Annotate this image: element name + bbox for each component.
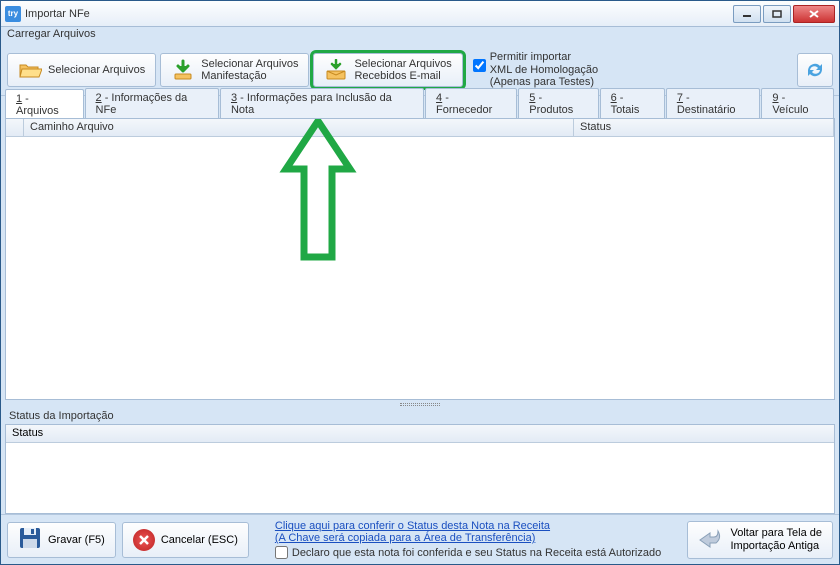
- status-col[interactable]: Status: [6, 425, 834, 443]
- title-bar: try Importar NFe: [1, 1, 839, 27]
- selecionar-recebidos-email-button[interactable]: Selecionar ArquivosRecebidos E-mail: [313, 53, 462, 87]
- save-disk-icon: [18, 526, 42, 553]
- window-controls: [733, 5, 835, 23]
- refresh-button[interactable]: [797, 53, 833, 87]
- tab-strip: 1 - Arquivos 2 - Informações da NFe 3 - …: [1, 96, 839, 118]
- menubar: Carregar Arquivos: [1, 27, 839, 45]
- back-arrow-icon: [698, 527, 724, 552]
- selecionar-recebidos-email-label: Selecionar ArquivosRecebidos E-mail: [354, 58, 451, 82]
- menu-carregar-arquivos[interactable]: Carregar Arquivos: [7, 28, 96, 40]
- tab-produtos[interactable]: 5 - Produtos: [518, 88, 598, 118]
- selecionar-arquivos-label: Selecionar Arquivos: [48, 64, 145, 76]
- maximize-button[interactable]: [763, 5, 791, 23]
- window-title: Importar NFe: [25, 8, 733, 20]
- window-frame: try Importar NFe Carregar Arquivos Selec…: [0, 0, 840, 565]
- voltar-label: Voltar para Tela deImportação Antiga: [730, 527, 822, 551]
- status-section-label: Status da Importação: [5, 408, 835, 424]
- footer: Gravar (F5) Cancelar (ESC) Clique aqui p…: [1, 514, 839, 564]
- tab-destinatario[interactable]: 7 - Destinatário: [666, 88, 761, 118]
- tab-informacoes-nfe[interactable]: 2 - Informações da NFe: [85, 88, 219, 118]
- cancelar-label: Cancelar (ESC): [161, 534, 238, 546]
- splitter[interactable]: [5, 400, 835, 408]
- conferir-status-link[interactable]: Clique aqui para conferir o Status desta…: [275, 520, 550, 532]
- close-button[interactable]: [793, 5, 835, 23]
- selecionar-manifestacao-label: Selecionar ArquivosManifestação: [201, 58, 298, 82]
- tab-arquivos[interactable]: 1 - Arquivos: [5, 89, 84, 119]
- col-selector: [6, 119, 24, 136]
- tab-veiculo[interactable]: 9 - Veículo: [761, 88, 834, 118]
- voltar-importacao-antiga-button[interactable]: Voltar para Tela deImportação Antiga: [687, 521, 833, 559]
- tab-inclusao-nota[interactable]: 3 - Informações para Inclusão da Nota: [220, 88, 424, 118]
- maximize-icon: [772, 10, 782, 18]
- files-grid-header: Caminho Arquivo Status: [6, 119, 834, 137]
- permitir-homologacao-label: Permitir importar XML de Homologação (Ap…: [490, 51, 598, 89]
- selecionar-arquivos-button[interactable]: Selecionar Arquivos: [7, 53, 156, 87]
- declaro-checkbox[interactable]: [275, 546, 288, 559]
- status-section: Status da Importação Status: [5, 408, 835, 514]
- app-icon: try: [5, 6, 21, 22]
- close-icon: [809, 10, 819, 18]
- folder-open-icon: [18, 59, 42, 81]
- cancelar-button[interactable]: Cancelar (ESC): [122, 522, 249, 558]
- declaro-label: Declaro que esta nota foi conferida e se…: [292, 547, 661, 559]
- refresh-icon: [803, 59, 827, 81]
- col-caminho-arquivo[interactable]: Caminho Arquivo: [24, 119, 574, 136]
- tab-fornecedor[interactable]: 4 - Fornecedor: [425, 88, 517, 118]
- permitir-homologacao-option: Permitir importar XML de Homologação (Ap…: [467, 49, 604, 91]
- tab-totais[interactable]: 6 - Totais: [600, 88, 665, 118]
- col-status[interactable]: Status: [574, 119, 834, 136]
- cancel-x-icon: [133, 529, 155, 551]
- gravar-button[interactable]: Gravar (F5): [7, 522, 116, 558]
- minimize-button[interactable]: [733, 5, 761, 23]
- download-green-icon: [171, 59, 195, 81]
- minimize-icon: [742, 10, 752, 18]
- files-grid[interactable]: Caminho Arquivo Status: [5, 118, 835, 400]
- status-grid[interactable]: Status: [5, 424, 835, 514]
- copiar-chave-link[interactable]: (A Chave será copiada para a Área de Tra…: [275, 532, 535, 544]
- permitir-homologacao-checkbox[interactable]: [473, 59, 486, 72]
- inbox-download-icon: [324, 59, 348, 81]
- gravar-label: Gravar (F5): [48, 534, 105, 546]
- footer-info: Clique aqui para conferir o Status desta…: [255, 520, 682, 559]
- selecionar-manifestacao-button[interactable]: Selecionar ArquivosManifestação: [160, 53, 309, 87]
- annotation-arrow: [278, 118, 358, 278]
- grip-icon: [400, 403, 440, 406]
